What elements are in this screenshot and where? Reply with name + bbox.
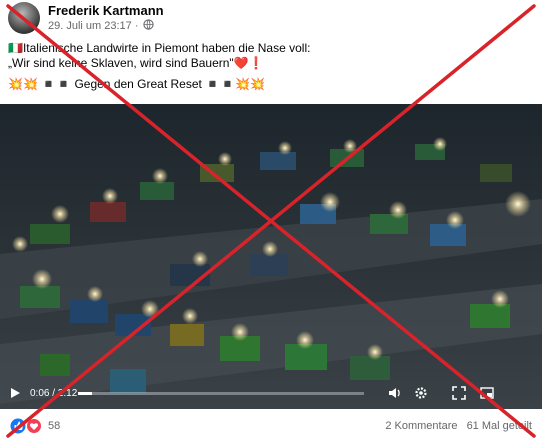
video-player[interactable]: 0:06 / 2:12 — [0, 104, 542, 409]
play-icon[interactable] — [9, 387, 21, 399]
video-time: 0:06 / 2:12 — [30, 388, 78, 399]
reaction-count[interactable]: 58 — [48, 420, 60, 432]
post-text-line-1: 🇮🇹Italienische Landwirte in Piemont habe… — [8, 41, 311, 55]
comments-count[interactable]: 2 Kommentare — [385, 420, 457, 432]
video-frame — [0, 104, 542, 409]
reaction-icons[interactable] — [10, 418, 44, 434]
volume-icon[interactable] — [388, 386, 402, 400]
post-text: 🇮🇹Italienische Landwirte in Piemont habe… — [8, 41, 528, 98]
love-icon — [26, 418, 42, 434]
settings-icon[interactable] — [414, 386, 428, 400]
pip-icon[interactable] — [480, 386, 494, 400]
post-text-line-3: 💥💥 ◾◾ Gegen den Great Reset ◾◾💥💥 — [8, 77, 265, 91]
post-header: Frederik Kartmann 29. Juli um 23:17 · — [8, 2, 528, 34]
video-progress-fill — [78, 392, 93, 395]
post-footer: 58 2 Kommentare 61 Mal geteilt — [0, 409, 542, 441]
shares-count[interactable]: 61 Mal geteilt — [467, 420, 532, 432]
author-name[interactable]: Frederik Kartmann — [48, 3, 164, 18]
italy-flag-emoji: 🇮🇹 — [8, 41, 23, 55]
video-progress-bar[interactable] — [78, 392, 364, 395]
emoji-prefix: 💥💥 ◾◾ — [8, 77, 72, 91]
meta-separator: · — [134, 20, 139, 32]
heart-exclamation-emoji: ❤️❗ — [233, 56, 264, 70]
emoji-suffix: ◾◾💥💥 — [205, 77, 265, 91]
video-controls: 0:06 / 2:12 — [0, 377, 542, 409]
post-meta: 29. Juli um 23:17 · — [48, 19, 154, 32]
avatar[interactable] — [8, 2, 40, 34]
post-timestamp[interactable]: 29. Juli um 23:17 — [48, 20, 132, 32]
post-stats: 2 Kommentare 61 Mal geteilt — [385, 420, 532, 432]
post-text-line-2: „Wir sind keine Sklaven, wird sind Bauer… — [8, 56, 264, 70]
fullscreen-icon[interactable] — [452, 386, 466, 400]
globe-icon — [142, 19, 154, 30]
like-icon — [10, 418, 26, 434]
